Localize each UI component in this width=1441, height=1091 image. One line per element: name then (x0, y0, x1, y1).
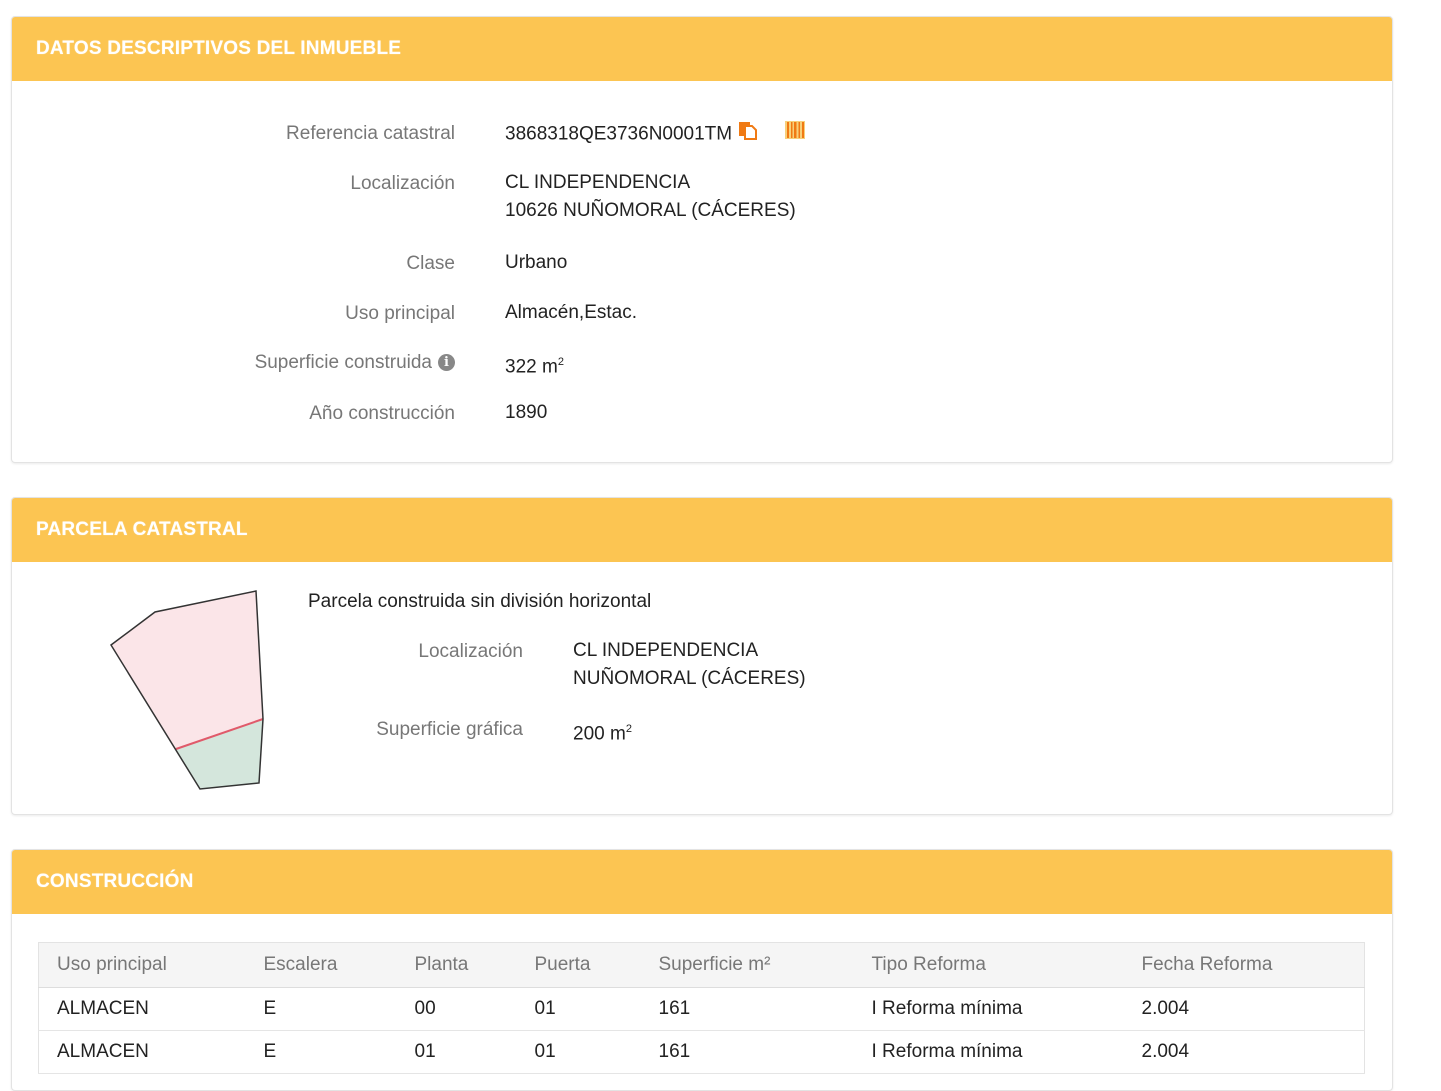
sup-value-row: 322 m2 (505, 348, 564, 381)
cell-uso: ALMACEN (38, 1030, 246, 1074)
col-fecha-reforma: Fecha Reforma (1123, 942, 1365, 988)
cell-escalera: E (245, 987, 397, 1031)
parcela-sup-label: Superficie gráfica (376, 719, 523, 740)
construccion-panel-title: CONSTRUCCIÓN (36, 871, 194, 892)
loc-line2: 10626 NUÑOMORAL (CÁCERES) (505, 200, 796, 221)
uso-label: Uso principal (345, 303, 455, 324)
construccion-table: Uso principal Escalera Planta Puerta Sup… (38, 942, 1365, 1074)
cell-tipo-reforma: I Reforma mínima (853, 1030, 1124, 1074)
sup-value: 322 m (505, 356, 558, 378)
datos-panel-title: DATOS DESCRIPTIVOS DEL INMUEBLE (36, 38, 402, 59)
cell-fecha-reforma: 2.004 (1123, 1030, 1365, 1074)
datos-panel: DATOS DESCRIPTIVOS DEL INMUEBLE Referenc… (11, 16, 1393, 463)
parcela-panel-header: PARCELA CATASTRAL (12, 498, 1392, 562)
construccion-panel: CONSTRUCCIÓN Uso principal Escalera Plan… (11, 849, 1393, 1091)
parcela-panel-title: PARCELA CATASTRAL (36, 519, 248, 540)
cell-planta: 01 (396, 1030, 517, 1074)
clase-label: Clase (406, 253, 455, 274)
ref-value-row: 3868318QE3736N0001TM (505, 119, 807, 150)
clase-value: Urbano (505, 252, 568, 273)
parcel-upper-area (111, 591, 263, 749)
ref-value[interactable]: 3868318QE3736N0001TM (505, 124, 732, 145)
cell-escalera: E (245, 1030, 397, 1074)
col-tipo-reforma: Tipo Reforma (853, 942, 1124, 988)
col-planta: Planta (396, 942, 517, 988)
cell-puerta: 01 (516, 1030, 641, 1074)
sup-label-row: Superficie construida i (12, 352, 455, 374)
sup-label: Superficie construida (254, 352, 432, 373)
parcela-sup-value: 200 m (573, 723, 626, 745)
loc-label: Localización (350, 173, 455, 194)
table-header-row: Uso principal Escalera Planta Puerta Sup… (38, 942, 1365, 988)
barcode-icon[interactable] (783, 119, 807, 150)
construccion-panel-header: CONSTRUCCIÓN (12, 850, 1392, 914)
col-puerta: Puerta (516, 942, 641, 988)
datos-panel-header: DATOS DESCRIPTIVOS DEL INMUEBLE (12, 17, 1392, 81)
sup-exp: 2 (557, 356, 564, 368)
parcela-subtitle: Parcela construida sin división horizont… (308, 591, 652, 612)
parcel-map[interactable] (102, 584, 302, 804)
parcela-loc-label: Localización (418, 641, 523, 662)
cell-puerta: 01 (516, 987, 641, 1031)
loc-line1: CL INDEPENDENCIA (505, 172, 691, 193)
uso-value: Almacén,Estac. (505, 302, 637, 323)
anio-label: Año construcción (309, 403, 455, 424)
ref-label: Referencia catastral (286, 123, 455, 144)
cell-uso: ALMACEN (38, 987, 246, 1031)
parcela-loc-line1: CL INDEPENDENCIA (573, 640, 759, 661)
parcela-sup-row: 200 m2 (573, 715, 632, 748)
parcela-loc-line2: NUÑOMORAL (CÁCERES) (573, 668, 806, 689)
copy-icon[interactable] (737, 119, 759, 150)
anio-value: 1890 (505, 402, 548, 423)
cell-fecha-reforma: 2.004 (1123, 987, 1365, 1031)
cell-tipo-reforma: I Reforma mínima (853, 987, 1124, 1031)
table-row: ALMACEN E 00 01 161 I Reforma mínima 2.0… (38, 987, 1365, 1031)
parcela-sup-exp: 2 (625, 723, 632, 735)
cell-planta: 00 (396, 987, 517, 1031)
cell-superficie: 161 (640, 1030, 854, 1074)
col-superficie: Superficie m² (640, 942, 854, 988)
col-escalera: Escalera (245, 942, 397, 988)
info-icon[interactable]: i (438, 354, 455, 372)
parcela-loc-value: CL INDEPENDENCIA NUÑOMORAL (CÁCERES) (573, 637, 806, 693)
col-uso: Uso principal (38, 942, 246, 988)
table-row: ALMACEN E 01 01 161 I Reforma mínima 2.0… (38, 1030, 1365, 1074)
parcela-panel: PARCELA CATASTRAL Parcela construida sin… (11, 497, 1393, 815)
loc-value: CL INDEPENDENCIA 10626 NUÑOMORAL (CÁCERE… (505, 169, 796, 225)
cell-superficie: 161 (640, 987, 854, 1031)
